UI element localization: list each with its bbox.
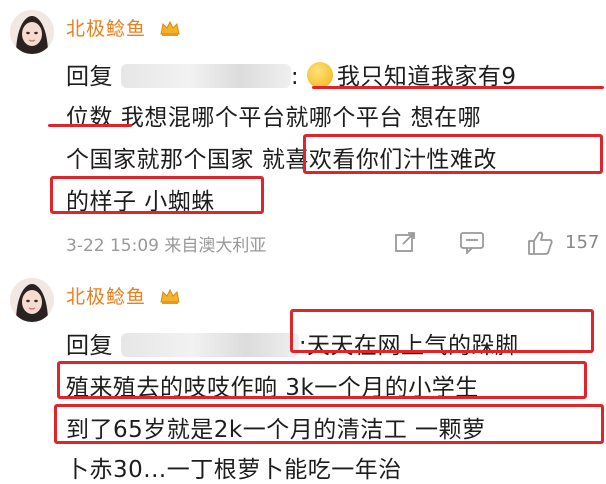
avatar[interactable] — [10, 10, 54, 54]
vip-crown-badge-icon — [160, 288, 180, 304]
share-icon[interactable] — [393, 230, 417, 254]
highlight-underline — [48, 124, 132, 127]
highlight-box — [57, 361, 587, 399]
highlight-box — [50, 176, 264, 214]
comment-icon[interactable] — [459, 230, 485, 254]
vip-crown-badge-icon — [160, 20, 180, 36]
avatar[interactable] — [10, 278, 54, 322]
like-count: 157 — [565, 232, 600, 253]
username[interactable]: 北极鲶鱼 — [66, 14, 181, 41]
redacted-username — [120, 64, 291, 88]
highlight-box — [303, 134, 603, 174]
highlight-underline — [312, 86, 604, 89]
comment-meta: 3-22 15:09 来自澳大利亚 — [66, 236, 267, 256]
highlight-box — [290, 309, 594, 353]
comment-line-partial: 卜赤30...一丁根萝卜能吃一年治 — [66, 457, 402, 483]
redacted-username — [120, 333, 299, 357]
emoji-thinking-icon — [306, 62, 333, 88]
like-icon[interactable] — [526, 230, 554, 256]
username[interactable]: 北极鲶鱼 — [66, 282, 181, 309]
highlight-box — [54, 404, 604, 444]
